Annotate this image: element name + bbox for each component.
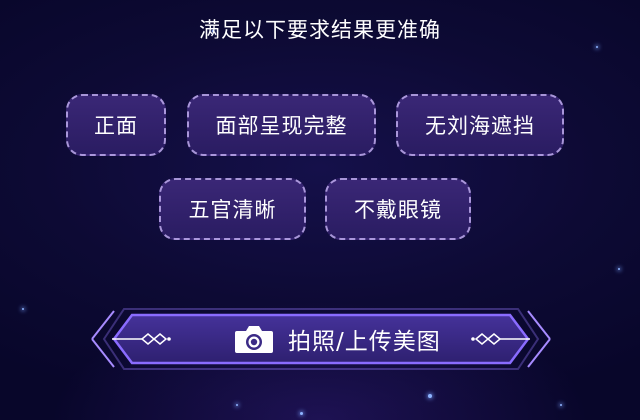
take-photo-upload-button[interactable]: 拍照/上传美图	[110, 313, 532, 365]
star-decoration	[618, 268, 620, 270]
camera-icon	[235, 326, 273, 353]
requirement-tag-no-glasses: 不戴眼镜	[325, 178, 471, 240]
star-decoration	[596, 46, 598, 48]
screen-background: 满足以下要求结果更准确 正面 面部呈现完整 无刘海遮挡 五官清晰 不戴眼镜 拍照…	[0, 0, 640, 420]
star-decoration	[22, 308, 24, 310]
upload-button-label: 拍照/上传美图	[288, 329, 441, 355]
star-decoration	[300, 412, 303, 415]
upload-button-container: 拍照/上传美图	[90, 305, 552, 373]
requirement-tag-no-bangs: 无刘海遮挡	[396, 94, 564, 156]
star-decoration	[560, 404, 562, 406]
requirement-tag-clear-features: 五官清晰	[159, 178, 306, 240]
requirement-tag-front-facing: 正面	[66, 94, 166, 156]
page-title: 满足以下要求结果更准确	[199, 18, 441, 42]
star-decoration	[428, 394, 432, 398]
requirement-tag-full-face: 面部呈现完整	[187, 94, 376, 156]
upload-button-content: 拍照/上传美图	[234, 313, 441, 365]
star-decoration	[236, 404, 238, 406]
